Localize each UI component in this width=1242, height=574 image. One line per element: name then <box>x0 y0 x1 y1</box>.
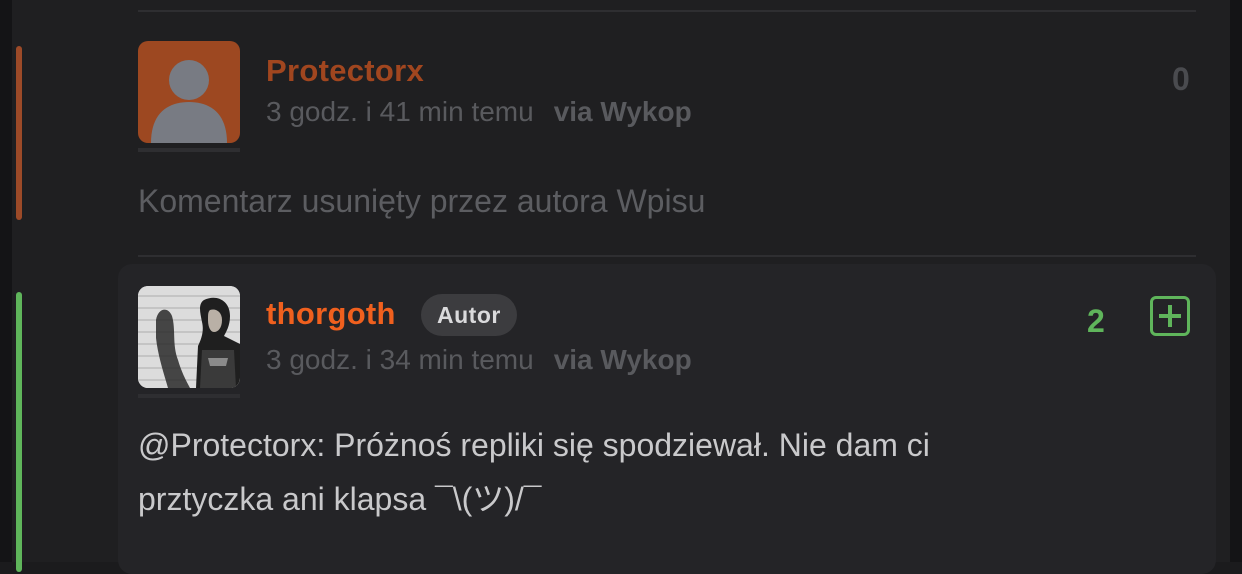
author-badge: Autor <box>421 294 517 336</box>
timestamp: 3 godz. i 34 min temu <box>266 344 534 375</box>
avatar-underline <box>138 148 240 152</box>
comment-body-deleted: Komentarz usunięty przez autora Wpisu <box>138 183 706 219</box>
comment-meta: 3 godz. i 34 min temu via Wykop <box>266 344 692 376</box>
default-user-avatar-icon <box>151 60 227 143</box>
via-source-link[interactable]: via Wykop <box>554 96 692 127</box>
vote-count: 2 <box>1087 303 1105 339</box>
comment-accent-bar <box>16 46 22 220</box>
user-photo-avatar <box>138 286 240 388</box>
username-link[interactable]: Protectorx <box>266 53 424 89</box>
avatar[interactable] <box>138 286 240 388</box>
comment-body-line: prztyczka ani klapsa ¯\(ツ)/¯ <box>138 481 542 517</box>
comment-body-line: @Protectorx: Próżnoś repliki się spodzie… <box>138 427 930 463</box>
divider-top <box>138 10 1196 12</box>
upvote-button[interactable] <box>1150 296 1190 336</box>
comment-accent-bar <box>16 292 22 572</box>
comment-meta: 3 godz. i 41 min temu via Wykop <box>266 96 692 128</box>
comment-body: @Protectorx: Próżnoś repliki się spodzie… <box>138 418 930 526</box>
avatar-underline <box>138 394 240 398</box>
vote-count: 0 <box>1172 61 1190 97</box>
avatar[interactable] <box>138 41 240 143</box>
plus-square-icon <box>1159 305 1181 327</box>
page-margin-left <box>0 0 12 562</box>
via-source-link[interactable]: via Wykop <box>554 344 692 375</box>
page-margin-right <box>1230 0 1242 562</box>
timestamp: 3 godz. i 41 min temu <box>266 96 534 127</box>
username-link[interactable]: thorgoth <box>266 296 396 332</box>
divider-middle <box>138 255 1196 257</box>
